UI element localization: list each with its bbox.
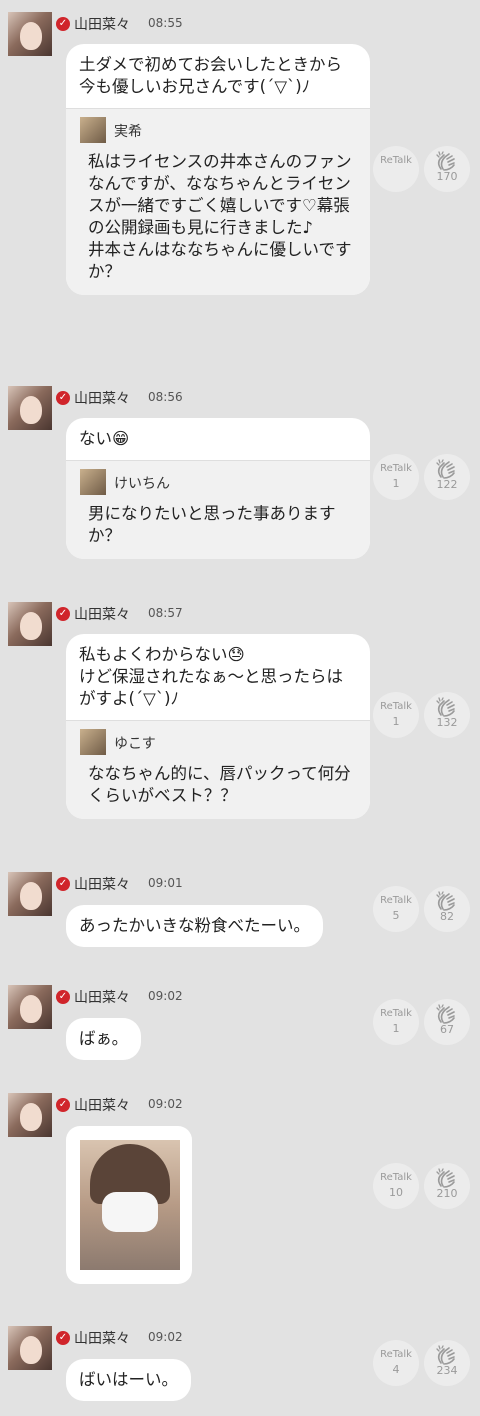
clap-button[interactable]: 234 xyxy=(424,1340,470,1386)
check-badge-icon: ✓ xyxy=(56,990,70,1004)
retalk-label: ReTalk xyxy=(380,701,412,712)
avatar[interactable] xyxy=(8,386,52,430)
message-bubble[interactable]: ばぁ。 xyxy=(66,1018,142,1060)
message-bubble[interactable]: ばいはーい。 xyxy=(66,1359,191,1401)
retalk-button[interactable]: ReTalk 10 xyxy=(373,1163,419,1209)
clapping-hands-icon xyxy=(436,891,455,911)
clapping-hands-icon xyxy=(436,1004,455,1024)
post-time: 08:55 xyxy=(148,16,183,30)
clap-button[interactable]: 122 xyxy=(424,454,470,500)
poster-name: 山田菜々 xyxy=(74,391,130,407)
clap-button[interactable]: 132 xyxy=(424,692,470,738)
check-badge-icon: ✓ xyxy=(56,17,70,31)
clap-button[interactable]: 67 xyxy=(424,999,470,1045)
clap-button[interactable]: 82 xyxy=(424,886,470,932)
clapping-hands-icon xyxy=(436,1345,455,1365)
clap-count: 210 xyxy=(436,1187,458,1200)
questioner-name: ゆこす xyxy=(114,736,156,752)
retalk-count: 10 xyxy=(389,1186,403,1199)
questioner-name: 実希 xyxy=(114,124,142,140)
message-bubble[interactable]: ない😁 けいちん 男になりたいと思った事ありますか？ xyxy=(66,418,370,559)
retalk-button[interactable]: ReTalk 1 xyxy=(373,999,419,1045)
avatar[interactable] xyxy=(8,12,52,56)
questioner-avatar xyxy=(80,729,106,755)
retalk-count: 1 xyxy=(392,1022,400,1035)
avatar[interactable] xyxy=(8,872,52,916)
retalk-count: 4 xyxy=(392,1363,400,1376)
posted-photo[interactable] xyxy=(80,1140,180,1270)
check-badge-icon: ✓ xyxy=(56,877,70,891)
questioner-avatar xyxy=(80,469,106,495)
retalk-label: ReTalk xyxy=(380,1172,412,1183)
clap-count: 234 xyxy=(436,1364,458,1377)
retalk-count: 5 xyxy=(392,909,400,922)
clap-button[interactable]: 210 xyxy=(424,1163,470,1209)
poster-name: 山田菜々 xyxy=(74,1098,130,1114)
post-time: 09:02 xyxy=(148,989,183,1003)
retalk-count: 1 xyxy=(392,477,400,490)
clapping-hands-icon xyxy=(436,697,455,717)
photo-bubble[interactable] xyxy=(66,1126,192,1284)
poster-name: 山田菜々 xyxy=(74,1331,130,1347)
quoted-question: 実希 私はライセンスの井本さんのファンなんですが、ななちゃんとライセンスが一緒で… xyxy=(66,108,370,295)
message-text: 土ダメで初めてお会いしたときから今も優しいお兄さんです(´▽`)ﾉ xyxy=(79,55,343,96)
message-text: 私もよくわからない😓 けど保湿されたなぁ～と思ったらはがすよ(´▽`)ﾉ xyxy=(79,645,343,708)
avatar[interactable] xyxy=(8,1326,52,1370)
retalk-label: ReTalk xyxy=(380,155,412,166)
retalk-label: ReTalk xyxy=(380,1349,412,1360)
retalk-button[interactable]: ReTalk 1 xyxy=(373,454,419,500)
post-time: 08:57 xyxy=(148,606,183,620)
question-text: 私はライセンスの井本さんのファンなんですが、ななちゃんとライセンスが一緒ですごく… xyxy=(88,152,352,281)
poster-name: 山田菜々 xyxy=(74,877,130,893)
message-text: あったかいきな粉食べたーい。 xyxy=(79,916,310,935)
retalk-label: ReTalk xyxy=(380,895,412,906)
question-text: 男になりたいと思った事ありますか？ xyxy=(88,504,336,545)
clapping-hands-icon xyxy=(436,459,455,479)
post-time: 08:56 xyxy=(148,390,183,404)
retalk-button[interactable]: ReTalk 4 xyxy=(373,1340,419,1386)
retalk-button[interactable]: ReTalk xyxy=(373,146,419,192)
clap-count: 82 xyxy=(440,910,454,923)
retalk-label: ReTalk xyxy=(380,1008,412,1019)
clapping-hands-icon xyxy=(436,1168,455,1188)
post-time: 09:01 xyxy=(148,876,183,890)
message-bubble[interactable]: あったかいきな粉食べたーい。 xyxy=(66,905,323,947)
message-text: ばぁ。 xyxy=(79,1029,129,1048)
questioner-avatar xyxy=(80,117,106,143)
retalk-button[interactable]: ReTalk 1 xyxy=(373,692,419,738)
retalk-label: ReTalk xyxy=(380,463,412,474)
quoted-question: けいちん 男になりたいと思った事ありますか？ xyxy=(66,460,370,559)
clap-count: 170 xyxy=(436,170,458,183)
post-time: 09:02 xyxy=(148,1330,183,1344)
clap-count: 122 xyxy=(436,478,458,491)
message-text: ばいはーい。 xyxy=(79,1370,178,1389)
questioner-name: けいちん xyxy=(114,476,170,492)
question-text: ななちゃん的に、唇パックって何分くらいがベスト？？ xyxy=(88,764,351,805)
message-bubble[interactable]: 私もよくわからない😓 けど保湿されたなぁ～と思ったらはがすよ(´▽`)ﾉ ゆこす… xyxy=(66,634,370,819)
poster-name: 山田菜々 xyxy=(74,17,130,33)
clap-button[interactable]: 170 xyxy=(424,146,470,192)
post-time: 09:02 xyxy=(148,1097,183,1111)
avatar[interactable] xyxy=(8,985,52,1029)
quoted-question: ゆこす ななちゃん的に、唇パックって何分くらいがベスト？？ xyxy=(66,720,370,819)
message-bubble[interactable]: 土ダメで初めてお会いしたときから今も優しいお兄さんです(´▽`)ﾉ 実希 私はラ… xyxy=(66,44,370,295)
retalk-count: 1 xyxy=(392,715,400,728)
check-badge-icon: ✓ xyxy=(56,1098,70,1112)
poster-name: 山田菜々 xyxy=(74,990,130,1006)
message-text: ない😁 xyxy=(79,429,130,448)
poster-name: 山田菜々 xyxy=(74,607,130,623)
retalk-button[interactable]: ReTalk 5 xyxy=(373,886,419,932)
clap-count: 132 xyxy=(436,716,458,729)
avatar[interactable] xyxy=(8,602,52,646)
avatar[interactable] xyxy=(8,1093,52,1137)
check-badge-icon: ✓ xyxy=(56,391,70,405)
check-badge-icon: ✓ xyxy=(56,607,70,621)
check-badge-icon: ✓ xyxy=(56,1331,70,1345)
clap-count: 67 xyxy=(440,1023,454,1036)
clapping-hands-icon xyxy=(436,151,455,171)
